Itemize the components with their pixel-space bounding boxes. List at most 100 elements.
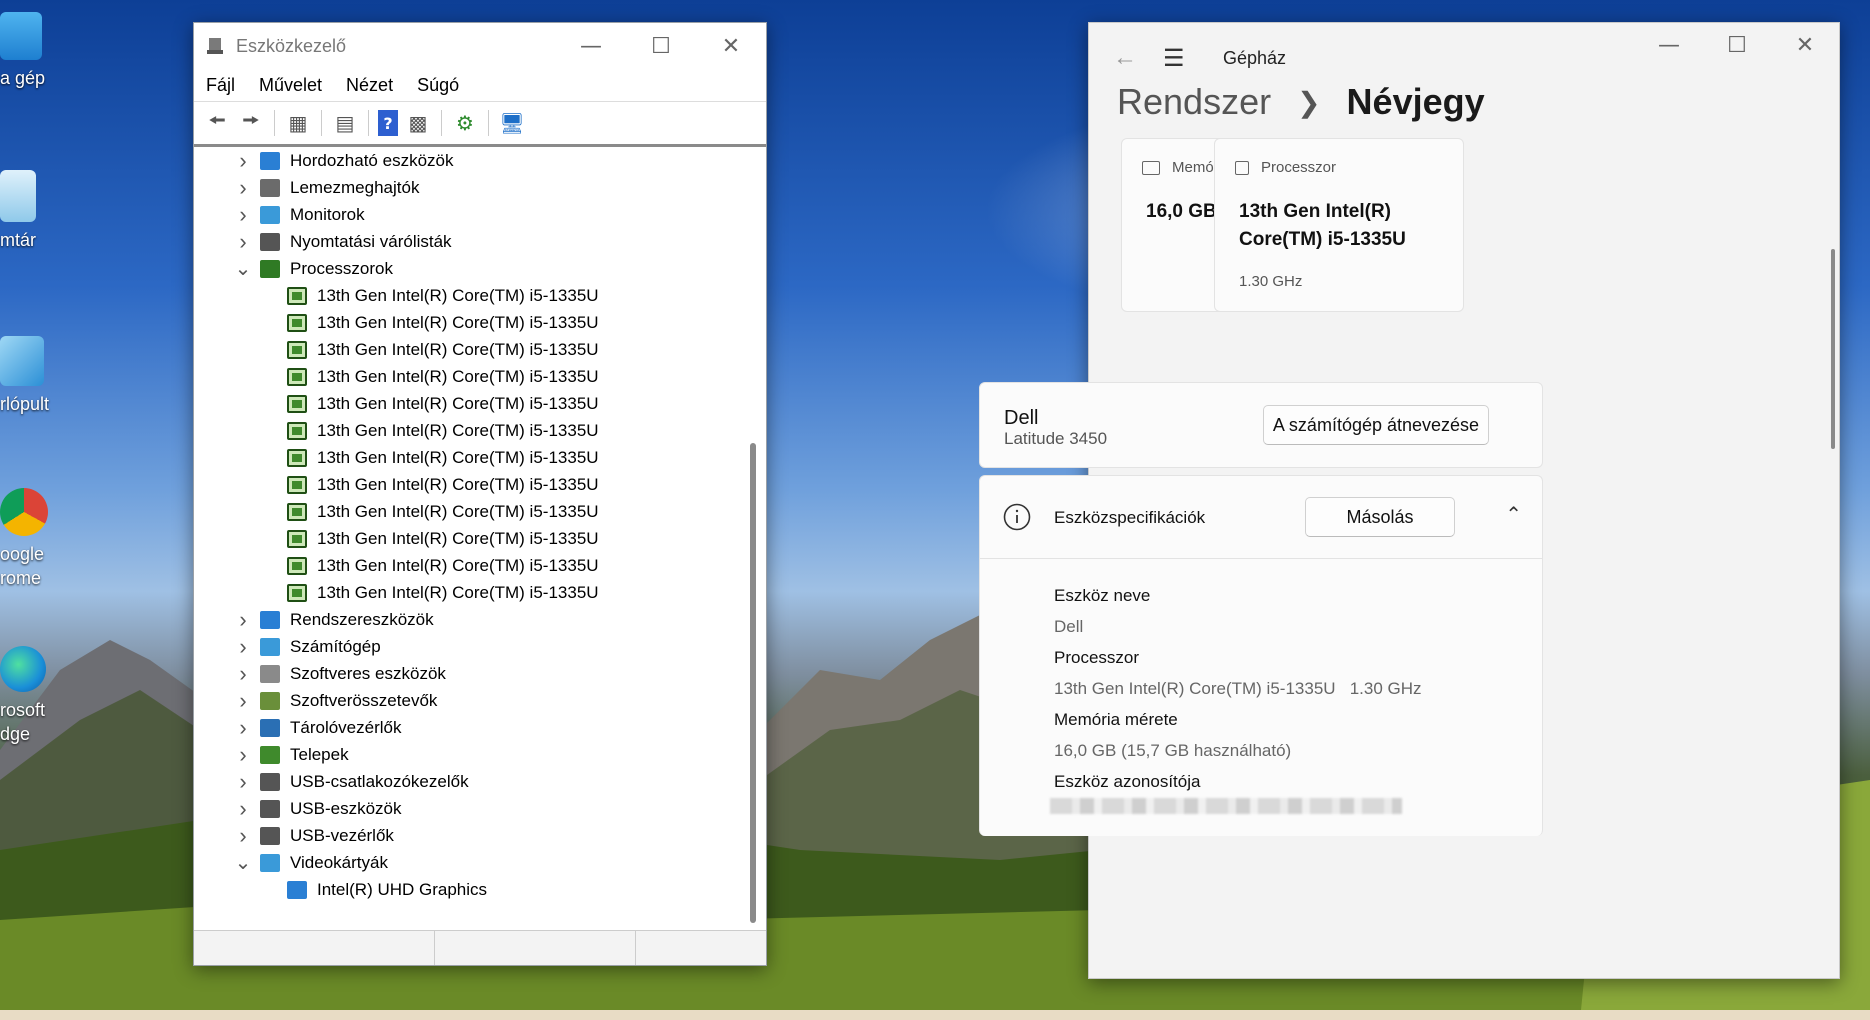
tree-device-item[interactable]: 13th Gen Intel(R) Core(TM) i5-1335U	[194, 390, 739, 417]
desktop-icon-control-panel[interactable]: rlópult	[0, 336, 70, 416]
tree-item-label: 13th Gen Intel(R) Core(TM) i5-1335U	[317, 285, 599, 305]
device-maker: Dell	[1004, 407, 1039, 429]
tree-item-label: USB-vezérlők	[290, 825, 394, 845]
desktop-icon-edge[interactable]: rosoft dge	[0, 646, 70, 746]
chevron-right-icon[interactable]: ›	[232, 688, 254, 714]
tree-category[interactable]: › Monitorok	[194, 201, 739, 228]
chevron-down-icon[interactable]: ⌄	[232, 850, 254, 875]
tree-category[interactable]: › Tárolóvezérlők	[194, 714, 739, 741]
desktop-icon-recycle-bin[interactable]: mtár	[0, 170, 70, 252]
tree-device-item[interactable]: 13th Gen Intel(R) Core(TM) i5-1335U	[194, 498, 739, 525]
tree-device-item[interactable]: Intel(R) UHD Graphics	[194, 876, 739, 903]
update-driver-icon[interactable]: ⚙	[451, 110, 479, 136]
tree-category[interactable]: ⌄ Videokártyák	[194, 849, 739, 876]
tree-device-item[interactable]: 13th Gen Intel(R) Core(TM) i5-1335U	[194, 471, 739, 498]
menu-view[interactable]: Nézet	[346, 75, 393, 96]
device-category-icon	[260, 718, 280, 737]
tree-device-item[interactable]: 13th Gen Intel(R) Core(TM) i5-1335U	[194, 363, 739, 390]
status-bar	[194, 930, 766, 965]
chevron-right-icon[interactable]: ›	[232, 229, 254, 255]
tree-item-label: Nyomtatási várólisták	[290, 231, 452, 251]
tree-item-label: 13th Gen Intel(R) Core(TM) i5-1335U	[317, 582, 599, 602]
minimize-button[interactable]: —	[556, 23, 626, 69]
menu-file[interactable]: Fájl	[206, 75, 235, 96]
tree-category[interactable]: ⌄ Processzorok	[194, 255, 739, 282]
processor-icon	[287, 340, 307, 359]
chevron-right-icon[interactable]: ›	[232, 175, 254, 201]
chevron-right-icon[interactable]: ›	[232, 607, 254, 633]
tree-category[interactable]: › Számítógép	[194, 633, 739, 660]
tree-category[interactable]: › USB-eszközök	[194, 795, 739, 822]
minimize-button[interactable]: —	[1635, 23, 1703, 67]
chevron-up-icon[interactable]: ⌃	[1505, 502, 1522, 527]
scrollbar-thumb[interactable]	[1831, 249, 1835, 449]
chevron-right-icon[interactable]: ›	[232, 148, 254, 174]
menu-action[interactable]: Művelet	[259, 75, 322, 96]
chevron-right-icon[interactable]: ›	[232, 202, 254, 228]
tree-category[interactable]: › USB-csatlakozókezelők	[194, 768, 739, 795]
processor-icon	[287, 421, 307, 440]
desktop-icon-this-pc[interactable]: a gép	[0, 12, 70, 90]
close-button[interactable]: ✕	[696, 23, 766, 69]
chevron-right-icon[interactable]: ›	[232, 661, 254, 687]
chevron-right-icon[interactable]: ›	[232, 715, 254, 741]
hamburger-menu-icon[interactable]: ☰	[1163, 44, 1223, 73]
tree-device-item[interactable]: 13th Gen Intel(R) Core(TM) i5-1335U	[194, 444, 739, 471]
tree-category[interactable]: › Nyomtatási várólisták	[194, 228, 739, 255]
back-arrow-icon[interactable]: 🠘	[203, 108, 231, 136]
breadcrumb: Rendszer ❯ Névjegy	[1117, 81, 1485, 123]
show-hide-tree-icon[interactable]: ▦	[284, 110, 312, 136]
breadcrumb-parent[interactable]: Rendszer	[1117, 81, 1271, 123]
menu-bar: Fájl Művelet Nézet Súgó	[194, 69, 766, 101]
processor-icon	[287, 583, 307, 602]
tree-item-label: Monitorok	[290, 204, 365, 224]
tree-item-label: 13th Gen Intel(R) Core(TM) i5-1335U	[317, 501, 599, 521]
tree-device-item[interactable]: 13th Gen Intel(R) Core(TM) i5-1335U	[194, 309, 739, 336]
window-controls: — ☐ ✕	[1635, 23, 1839, 67]
tree-category[interactable]: › Szoftverösszetevők	[194, 687, 739, 714]
tree-device-item[interactable]: 13th Gen Intel(R) Core(TM) i5-1335U	[194, 579, 739, 606]
forward-arrow-icon[interactable]: 🠚	[237, 108, 265, 136]
chevron-down-icon[interactable]: ⌄	[232, 256, 254, 281]
back-arrow-icon[interactable]: ←	[1113, 44, 1153, 72]
tree-device-item[interactable]: 13th Gen Intel(R) Core(TM) i5-1335U	[194, 552, 739, 579]
chevron-right-icon[interactable]: ›	[232, 634, 254, 660]
properties-icon[interactable]: ▤	[331, 110, 359, 136]
processor-icon	[287, 367, 307, 386]
tree-device-item[interactable]: 13th Gen Intel(R) Core(TM) i5-1335U	[194, 336, 739, 363]
scan-hardware-icon[interactable]: 🖥	[498, 110, 526, 136]
chevron-right-icon[interactable]: ›	[232, 796, 254, 822]
toolbar: 🠘 🠚 ▦ ▤ ? ▩ ⚙ 🖥	[194, 101, 766, 147]
tree-category[interactable]: › USB-vezérlők	[194, 822, 739, 849]
scrollbar-thumb[interactable]	[750, 443, 756, 923]
device-category-icon	[260, 691, 280, 710]
device-category-icon	[260, 772, 280, 791]
tree-item-label: 13th Gen Intel(R) Core(TM) i5-1335U	[317, 393, 599, 413]
tree-item-label: 13th Gen Intel(R) Core(TM) i5-1335U	[317, 420, 599, 440]
close-button[interactable]: ✕	[1771, 23, 1839, 67]
menu-help[interactable]: Súgó	[417, 75, 459, 96]
tree-category[interactable]: › Szoftveres eszközök	[194, 660, 739, 687]
tree-category[interactable]: › Lemezmeghajtók	[194, 174, 739, 201]
help-icon[interactable]: ?	[378, 110, 398, 136]
chevron-right-icon[interactable]: ›	[232, 823, 254, 849]
tree-category[interactable]: › Hordozható eszközök	[194, 147, 739, 174]
view-icon[interactable]: ▩	[404, 110, 432, 136]
tree-device-item[interactable]: 13th Gen Intel(R) Core(TM) i5-1335U	[194, 525, 739, 552]
chevron-right-icon[interactable]: ›	[232, 742, 254, 768]
maximize-button[interactable]: ☐	[1703, 23, 1771, 67]
tree-item-label: USB-csatlakozókezelők	[290, 771, 469, 791]
device-category-icon	[260, 178, 280, 197]
rename-pc-button[interactable]: A számítógép átnevezése	[1263, 405, 1489, 445]
page-title: Névjegy	[1346, 81, 1485, 122]
specs-card: Eszközspecifikációk ⌃ Eszköz neve Dell P…	[979, 475, 1543, 836]
tree-device-item[interactable]: 13th Gen Intel(R) Core(TM) i5-1335U	[194, 282, 739, 309]
tree-device-item[interactable]: 13th Gen Intel(R) Core(TM) i5-1335U	[194, 417, 739, 444]
maximize-button[interactable]: ☐	[626, 23, 696, 69]
copy-button[interactable]: Másolás	[1305, 497, 1455, 537]
chevron-right-icon[interactable]: ›	[232, 769, 254, 795]
tree-category[interactable]: › Rendszereszközök	[194, 606, 739, 633]
desktop-icon-chrome[interactable]: oogle rome	[0, 488, 70, 590]
display-adapter-icon	[287, 880, 307, 899]
tree-category[interactable]: › Telepek	[194, 741, 739, 768]
